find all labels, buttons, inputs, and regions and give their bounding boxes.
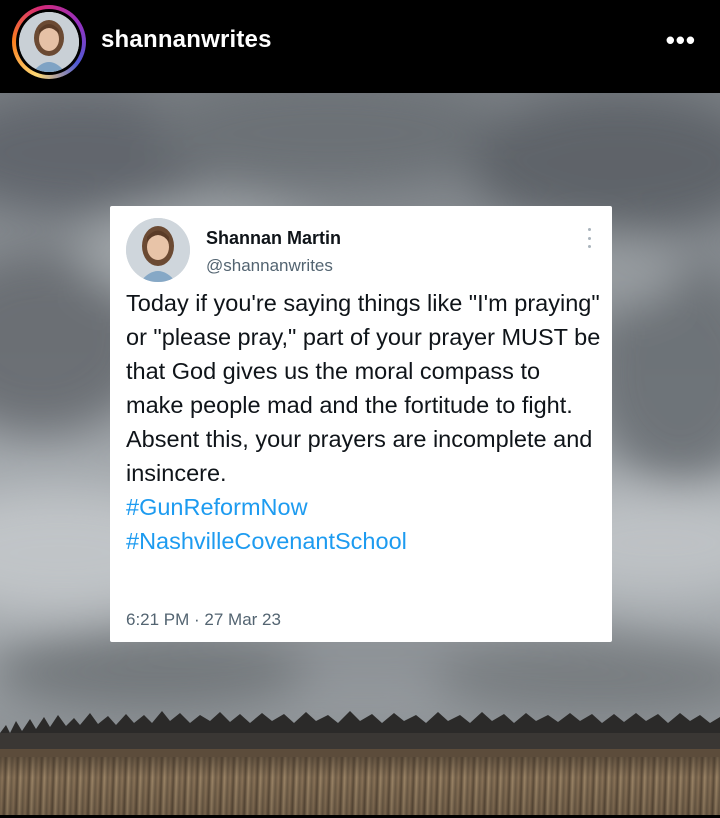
tweet-handle[interactable]: @shannanwrites: [206, 256, 333, 276]
more-vertical-icon: [586, 228, 592, 248]
hashtag-link[interactable]: #NashvilleCovenantSchool: [126, 524, 604, 558]
more-options-icon[interactable]: •••: [666, 27, 696, 53]
tweet-timestamp: 6:21 PM · 27 Mar 23: [126, 610, 281, 629]
tweet-body: Today if you're saying things like "I'm …: [126, 286, 604, 558]
tweet-text: Today if you're saying things like "I'm …: [126, 290, 601, 486]
username[interactable]: shannanwrites: [101, 26, 272, 54]
tweet-avatar: [126, 218, 190, 282]
field-shade: [0, 757, 720, 815]
post-header: shannanwrites •••: [0, 0, 720, 93]
avatar-illustration: [19, 12, 79, 72]
avatar: [19, 12, 79, 72]
hashtag-link[interactable]: #GunReformNow: [126, 490, 604, 524]
profile-avatar-story-ring[interactable]: [12, 5, 86, 79]
tweet-display-name[interactable]: Shannan Martin: [206, 228, 341, 249]
tweet-avatar-illustration: [126, 218, 190, 282]
tweet-card: Shannan Martin @shannanwrites Today if y…: [110, 206, 612, 642]
story-ring-inner: [16, 9, 82, 75]
